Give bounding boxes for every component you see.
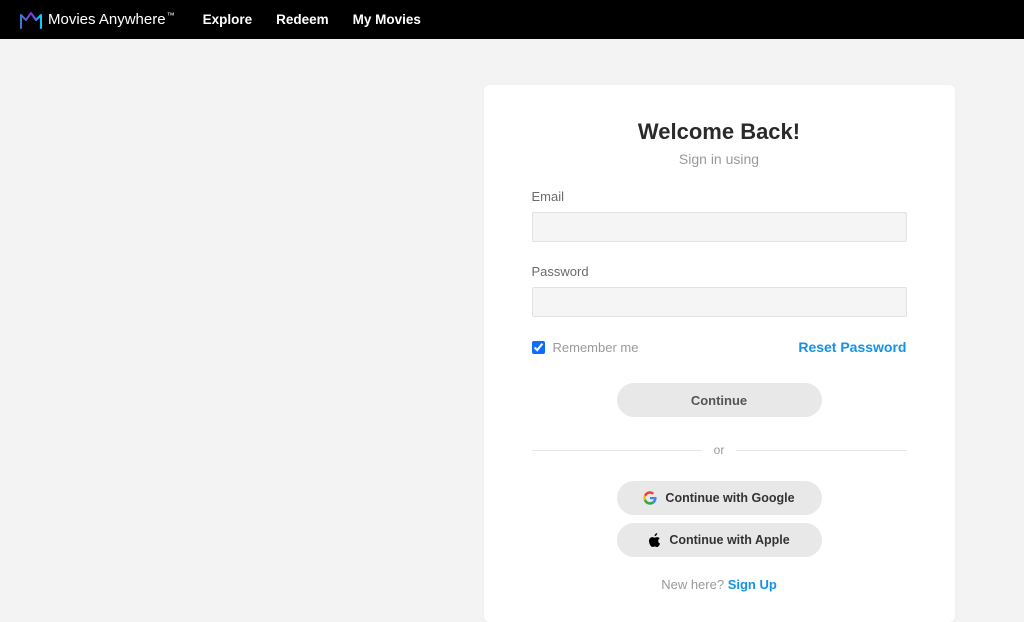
- brand-name: Movies Anywhere™: [48, 11, 175, 28]
- nav-explore[interactable]: Explore: [203, 12, 253, 27]
- logo-icon: [20, 11, 42, 29]
- divider-text: or: [714, 443, 725, 457]
- nav-redeem[interactable]: Redeem: [276, 12, 329, 27]
- email-label: Email: [532, 189, 907, 204]
- remember-me-checkbox[interactable]: [532, 341, 545, 354]
- password-input[interactable]: [532, 287, 907, 317]
- brand-logo[interactable]: Movies Anywhere™: [20, 11, 175, 29]
- continue-apple-button[interactable]: Continue with Apple: [617, 523, 822, 557]
- google-icon: [643, 491, 657, 505]
- email-field-group: Email: [532, 189, 907, 242]
- apple-icon: [648, 533, 661, 548]
- continue-apple-label: Continue with Apple: [669, 533, 789, 547]
- top-header: Movies Anywhere™ Explore Redeem My Movie…: [0, 0, 1024, 39]
- remember-me-wrap: Remember me: [532, 340, 639, 355]
- top-nav: Explore Redeem My Movies: [203, 12, 421, 27]
- divider-line-left: [532, 450, 702, 451]
- main-content: Welcome Back! Sign in using Email Passwo…: [0, 39, 1024, 622]
- password-field-group: Password: [532, 264, 907, 317]
- signin-title: Welcome Back!: [532, 119, 907, 145]
- nav-my-movies[interactable]: My Movies: [353, 12, 421, 27]
- signup-link[interactable]: Sign Up: [728, 577, 777, 592]
- or-divider: or: [532, 443, 907, 457]
- continue-google-label: Continue with Google: [665, 491, 794, 505]
- signup-prefix: New here?: [661, 577, 727, 592]
- signin-card: Welcome Back! Sign in using Email Passwo…: [484, 85, 955, 622]
- email-input[interactable]: [532, 212, 907, 242]
- password-label: Password: [532, 264, 907, 279]
- divider-line-right: [736, 450, 906, 451]
- remember-reset-row: Remember me Reset Password: [532, 339, 907, 355]
- signup-row: New here? Sign Up: [532, 577, 907, 592]
- signin-subtitle: Sign in using: [532, 151, 907, 167]
- remember-me-label: Remember me: [553, 340, 639, 355]
- continue-google-button[interactable]: Continue with Google: [617, 481, 822, 515]
- continue-button[interactable]: Continue: [617, 383, 822, 417]
- reset-password-link[interactable]: Reset Password: [798, 339, 906, 355]
